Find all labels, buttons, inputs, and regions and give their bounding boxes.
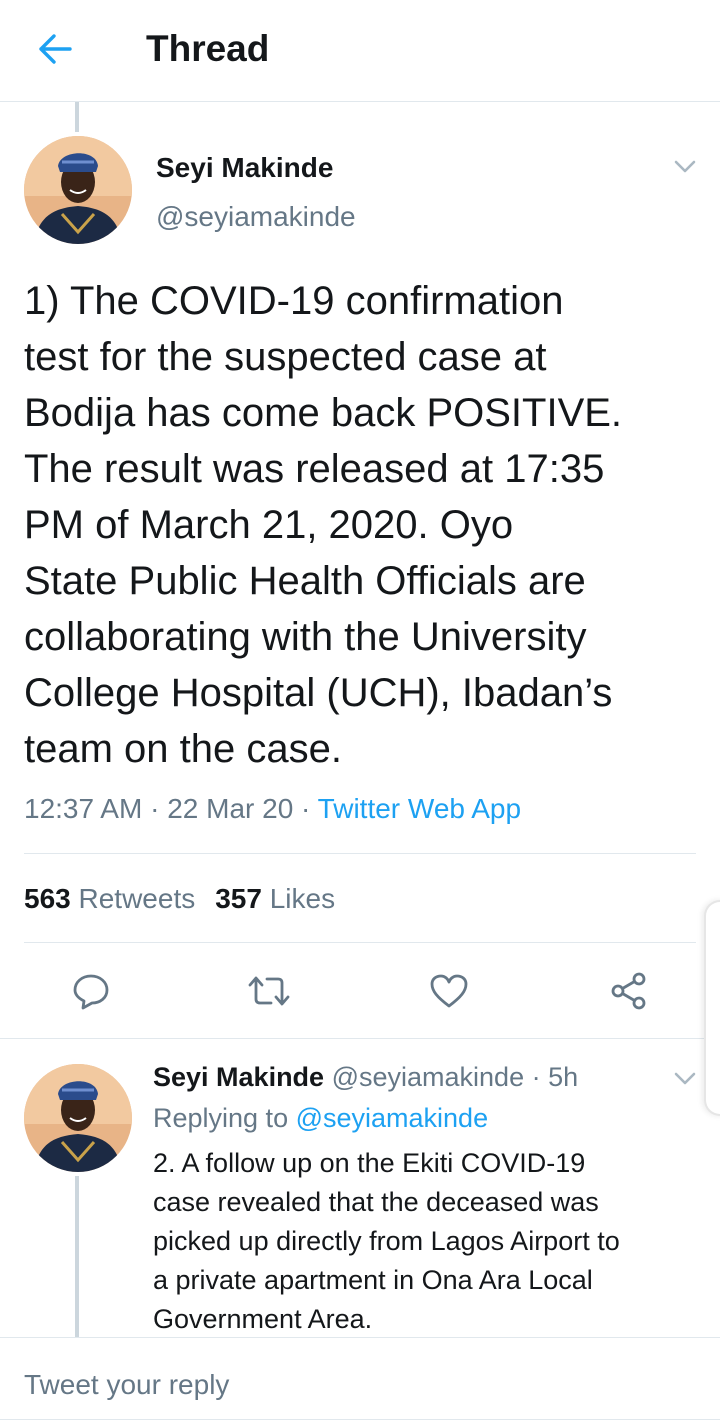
tweet-source-link[interactable]: Twitter Web App <box>318 793 521 824</box>
reply-header: Seyi Makinde @seyiamakinde · 5h <box>153 1058 578 1096</box>
divider <box>24 853 696 854</box>
share-icon <box>611 972 646 1010</box>
app-header: Thread <box>0 0 720 102</box>
author-handle[interactable]: @seyiamakinde <box>156 199 356 235</box>
tweet-stats: 563 Retweets 357 Likes <box>24 880 335 918</box>
likes-label: Likes <box>269 883 336 914</box>
divider <box>0 1038 720 1039</box>
share-button[interactable] <box>604 966 654 1016</box>
heart-icon <box>430 974 468 1008</box>
reply-author-handle[interactable]: @seyiamakinde <box>332 1062 525 1092</box>
tweet-meta: 12:37 AM · 22 Mar 20 · Twitter Web App <box>24 790 521 828</box>
retweets-stat[interactable]: 563 Retweets <box>24 883 195 914</box>
reply-icon <box>73 974 109 1010</box>
meta-separator: · <box>142 793 168 824</box>
likes-count: 357 <box>215 883 262 914</box>
reply-options-button[interactable] <box>670 1064 700 1094</box>
reply-age: · 5h <box>524 1062 579 1092</box>
chevron-down-icon <box>674 1072 696 1085</box>
back-button[interactable] <box>30 26 80 72</box>
chevron-down-icon <box>674 160 696 173</box>
like-button[interactable] <box>424 966 474 1016</box>
retweets-label: Retweets <box>78 883 196 914</box>
tweet-text: 1) The COVID-19 confirmation test for th… <box>24 279 623 771</box>
reply-button[interactable] <box>66 966 116 1016</box>
edge-panel-handle[interactable] <box>704 900 720 1116</box>
tweet-options-button[interactable] <box>670 152 700 182</box>
replying-prefix: Replying to <box>153 1103 296 1133</box>
retweet-button[interactable] <box>244 966 294 1016</box>
divider <box>0 1337 720 1338</box>
reply-avatar[interactable] <box>24 1064 132 1172</box>
thread-connector <box>75 102 79 132</box>
reply-compose-input[interactable]: Tweet your reply <box>24 1366 229 1404</box>
author-name[interactable]: Seyi Makinde <box>156 150 333 186</box>
divider <box>24 942 696 943</box>
profile-photo-icon <box>24 136 132 244</box>
arrow-left-icon <box>39 34 72 64</box>
avatar[interactable] <box>24 136 132 244</box>
retweet-icon <box>248 976 290 1006</box>
page-title: Thread <box>146 28 270 69</box>
tweet-date: 22 Mar 20 <box>167 793 294 824</box>
meta-separator: · <box>293 793 318 824</box>
reply-text[interactable]: 2. A follow up on the Ekiti COVID-19 cas… <box>153 1144 698 1339</box>
tweet-time: 12:37 AM <box>24 793 143 824</box>
divider <box>0 1419 720 1420</box>
profile-photo-icon <box>24 1064 132 1172</box>
thread-connector <box>75 1176 79 1337</box>
replying-mention-link[interactable]: @seyiamakinde <box>296 1103 489 1133</box>
replying-to: Replying to @seyiamakinde <box>153 1099 488 1137</box>
reply-author-name[interactable]: Seyi Makinde <box>153 1062 324 1092</box>
likes-stat[interactable]: 357 Likes <box>215 883 335 914</box>
retweets-count: 563 <box>24 883 71 914</box>
